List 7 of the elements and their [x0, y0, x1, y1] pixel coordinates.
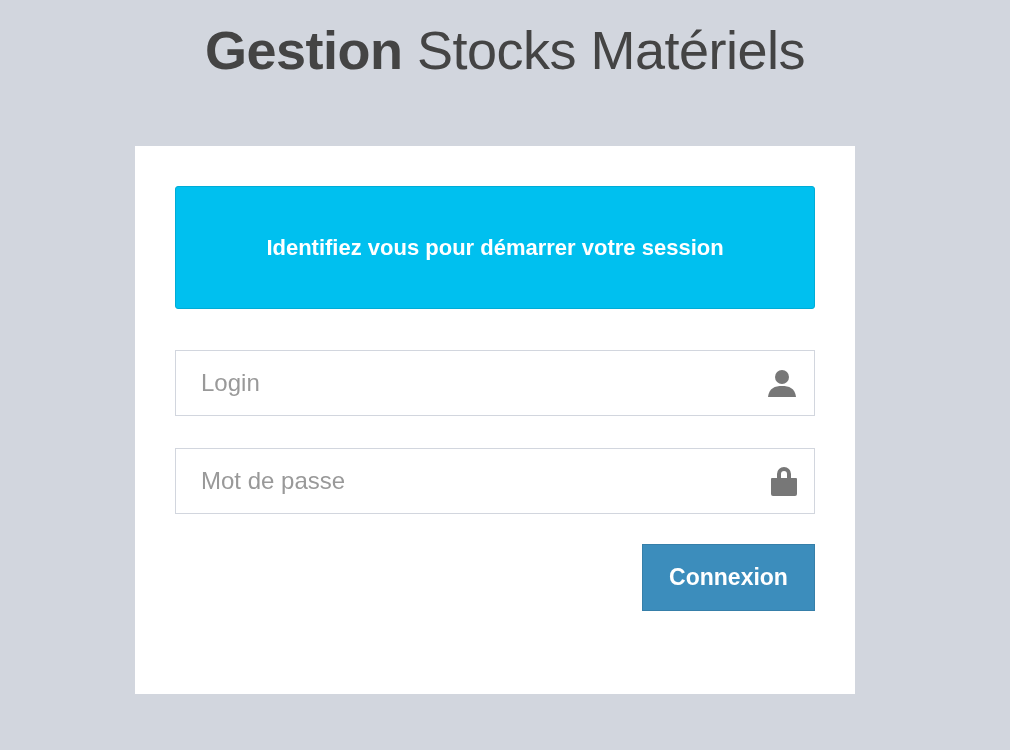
login-button[interactable]: Connexion — [642, 544, 815, 611]
password-field[interactable]: Mot de passe — [175, 448, 815, 514]
lock-icon — [771, 466, 797, 496]
login-field[interactable]: Login — [175, 350, 815, 416]
login-message: Identifiez vous pour démarrer votre session — [175, 186, 815, 309]
app-title: Gestion Stocks Matériels — [204, 19, 806, 82]
user-icon — [767, 368, 797, 398]
